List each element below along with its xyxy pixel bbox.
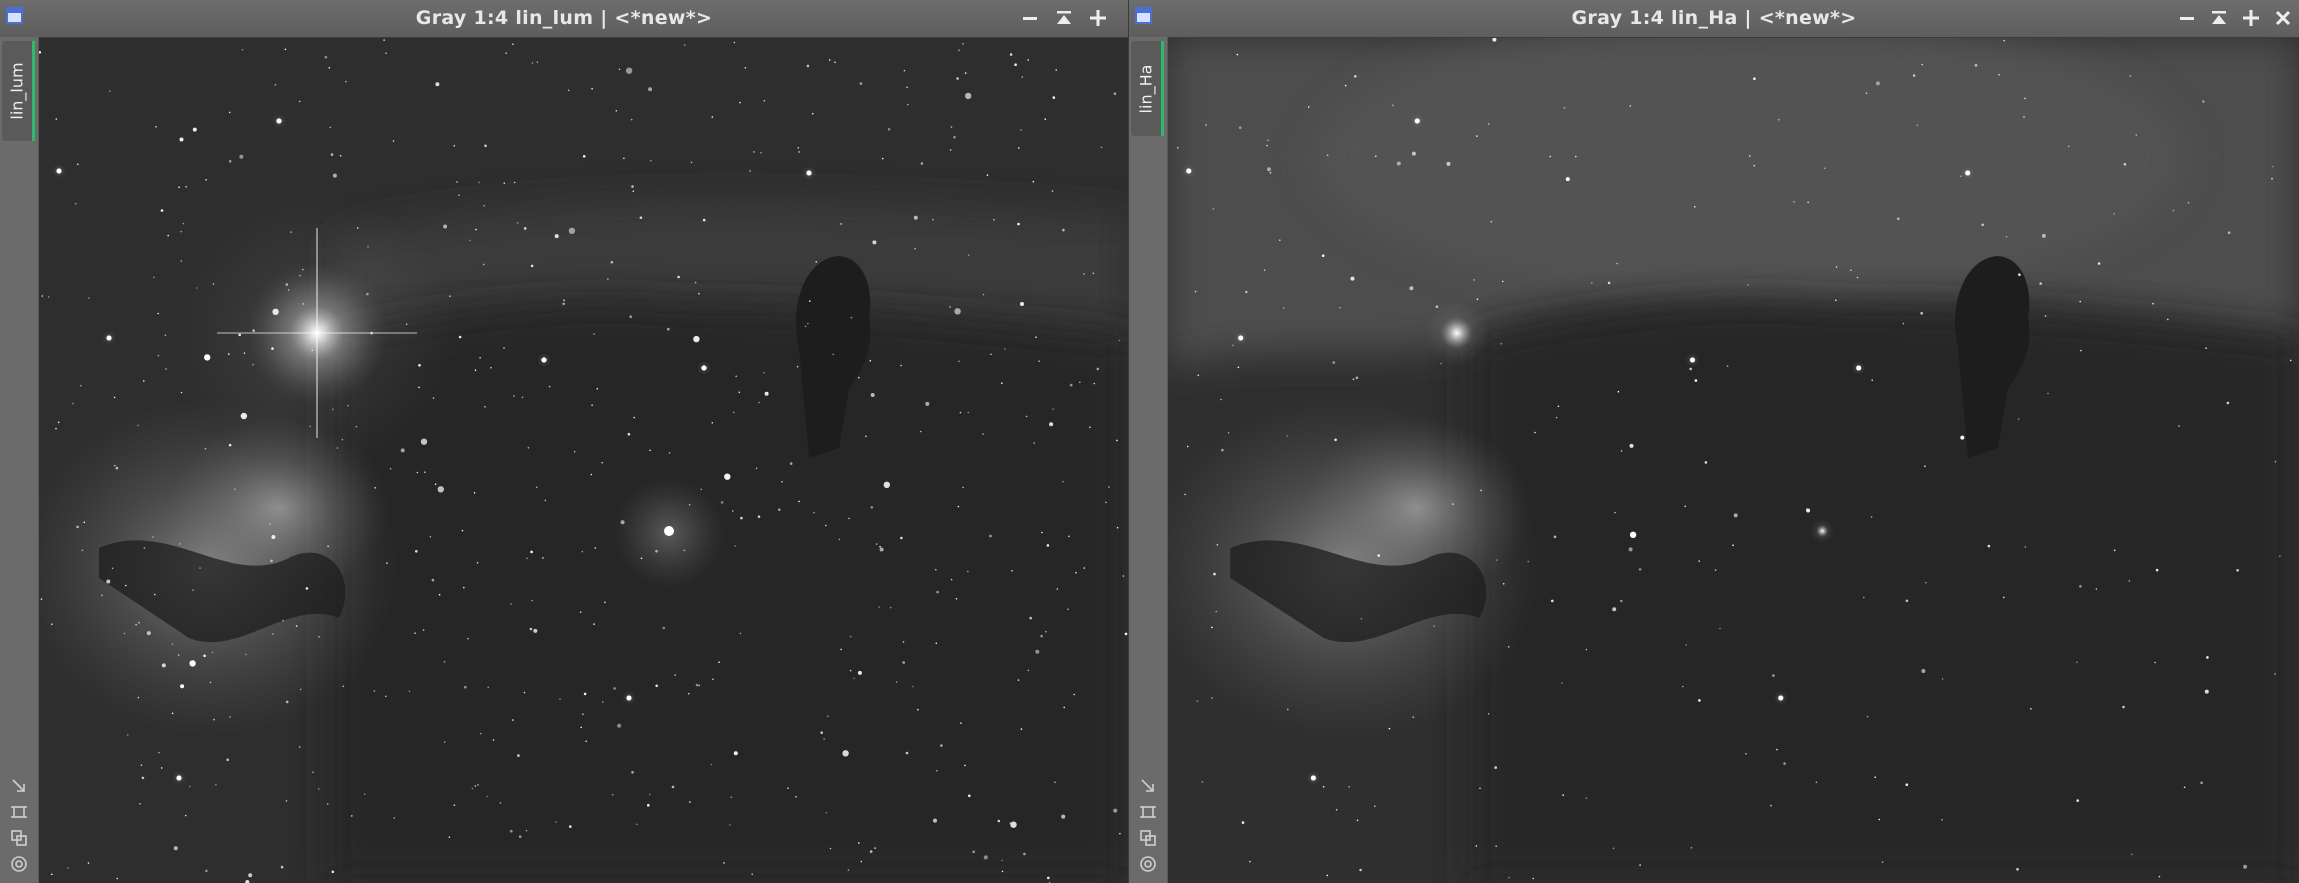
window-controls xyxy=(1018,6,1128,30)
resize-arrow-icon[interactable] xyxy=(1139,777,1157,795)
crop-icon[interactable] xyxy=(1139,803,1157,821)
title-bar[interactable]: Gray 1:4 lin_Ha | <*new*> xyxy=(1129,0,2299,38)
clone-icon[interactable] xyxy=(1139,829,1157,847)
minimize-icon[interactable] xyxy=(2175,6,2199,30)
maximize-icon[interactable] xyxy=(1086,6,1110,30)
nebula-image[interactable] xyxy=(1168,38,2299,883)
shade-icon[interactable] xyxy=(1052,6,1076,30)
image-viewport[interactable] xyxy=(1168,38,2299,883)
image-window-lin-ha[interactable]: Gray 1:4 lin_Ha | <*new*> lin_Ha xyxy=(1129,0,2299,883)
tab-label: lin_lum xyxy=(7,62,27,120)
nebula-image[interactable] xyxy=(39,38,1128,883)
side-panel: lin_Ha xyxy=(1129,37,1168,883)
minimize-icon[interactable] xyxy=(1018,6,1042,30)
window-controls xyxy=(2175,6,2299,30)
crop-icon[interactable] xyxy=(10,803,28,821)
image-viewport[interactable] xyxy=(39,38,1128,883)
clone-icon[interactable] xyxy=(10,829,28,847)
title-bar[interactable]: Gray 1:4 lin_lum | <*new*> xyxy=(0,0,1128,38)
maximize-icon[interactable] xyxy=(2239,6,2263,30)
window-title: Gray 1:4 lin_lum | <*new*> xyxy=(415,7,713,29)
close-icon[interactable] xyxy=(2271,6,2295,30)
window-title: Gray 1:4 lin_Ha | <*new*> xyxy=(1571,7,1857,29)
side-panel: lin_lum xyxy=(0,37,39,883)
shade-icon[interactable] xyxy=(2207,6,2231,30)
image-window-lin-lum[interactable]: Gray 1:4 lin_lum | <*new*> lin_lum xyxy=(0,0,1128,883)
target-icon[interactable] xyxy=(10,855,28,873)
resize-arrow-icon[interactable] xyxy=(10,777,28,795)
tab-lin-lum[interactable]: lin_lum xyxy=(2,41,35,141)
tab-lin-ha[interactable]: lin_Ha xyxy=(1131,41,1164,136)
tab-label: lin_Ha xyxy=(1136,64,1156,113)
target-icon[interactable] xyxy=(1139,855,1157,873)
